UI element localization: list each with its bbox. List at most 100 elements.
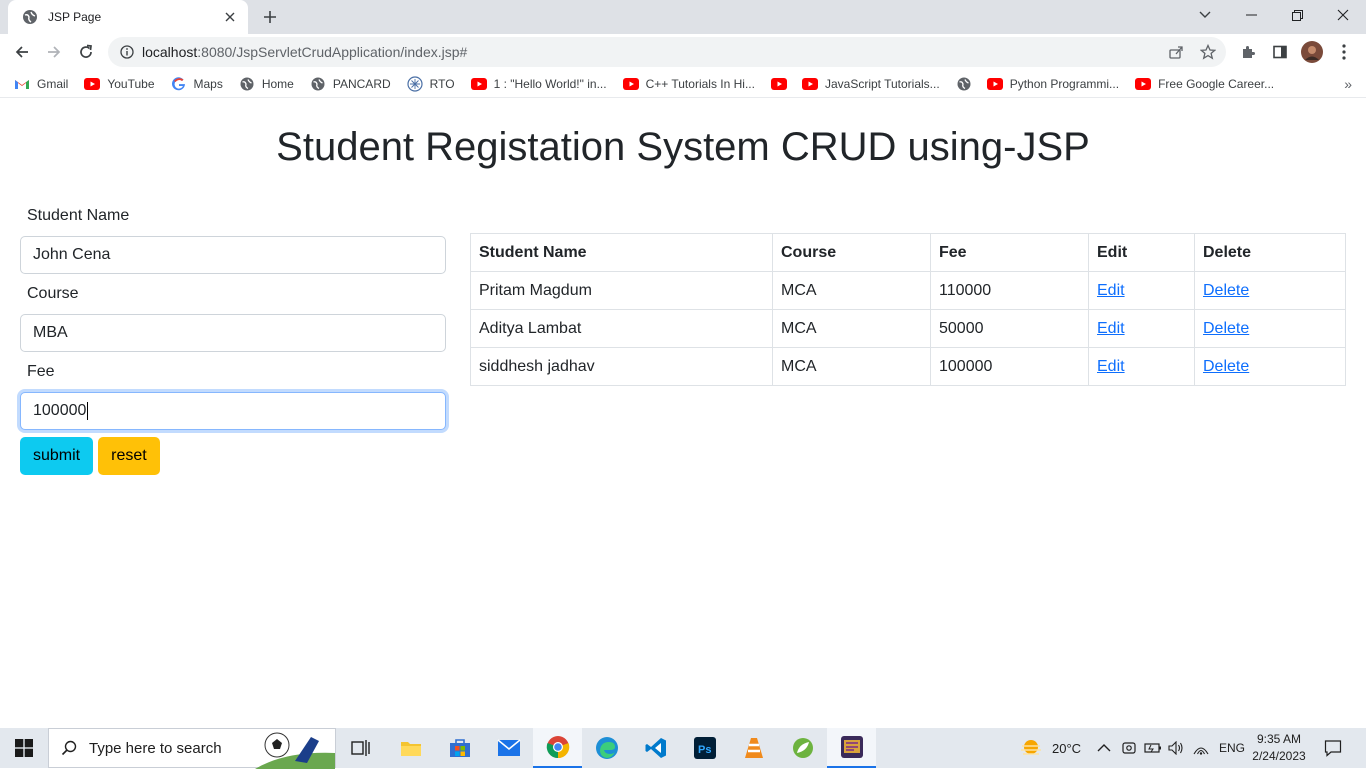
profile-avatar[interactable] [1298,38,1326,66]
bookmark-star-icon[interactable] [1194,38,1222,66]
youtube-icon [801,76,818,92]
edit-link[interactable]: Edit [1097,358,1125,375]
bookmark-item[interactable]: Python Programmi... [986,76,1120,92]
start-button[interactable] [0,728,48,768]
spring-tools-icon[interactable] [778,728,827,768]
bookmark-label: Maps [193,76,223,91]
vlc-icon[interactable] [729,728,778,768]
bookmark-label: Gmail [37,76,69,91]
bookmark-label: 1 : "Hello World!" in... [493,76,607,91]
show-hidden-icons[interactable] [1097,728,1111,768]
bookmarks-overflow-icon[interactable]: » [1344,76,1352,92]
language-indicator[interactable]: ENG [1219,728,1245,768]
fee-input[interactable]: 100000 [20,392,446,430]
reset-button[interactable]: reset [98,437,160,475]
edge-icon[interactable] [582,728,631,768]
close-tab-icon[interactable] [222,9,238,25]
table-row: Pritam Magdum MCA 110000 Edit Delete [470,271,1346,310]
task-view-icon[interactable] [336,728,385,768]
svg-text:Ps: Ps [698,744,711,756]
cell-edit: Edit [1088,309,1195,348]
bookmark-item[interactable]: YouTube [84,76,155,92]
vscode-icon[interactable] [631,728,680,768]
forward-button[interactable] [40,38,68,66]
youtube-icon [1135,76,1152,92]
rto-icon [407,75,423,92]
bookmark-item[interactable]: RTO [407,75,455,92]
edit-link[interactable]: Edit [1097,282,1125,299]
bookmark-item[interactable]: Gmail [14,76,68,92]
cell-delete: Delete [1194,271,1346,310]
weather-temperature: 20°C [1052,740,1082,756]
bookmark-label: Python Programmi... [1009,76,1120,91]
address-bar[interactable]: localhost:8080/JspServletCrudApplication… [108,37,1226,67]
weather-widget[interactable]: 20°C [1020,728,1081,768]
bookmark-item[interactable]: Home [239,76,294,92]
bookmark-item[interactable] [956,76,979,92]
tray-meet-icon[interactable] [1121,728,1137,768]
photoshop-icon[interactable]: Ps [680,728,729,768]
column-header-fee: Fee [930,233,1089,272]
table-header-row: Student Name Course Fee Edit Delete [470,233,1346,272]
menu-kebab-icon[interactable] [1330,38,1358,66]
student-form: Student Name John Cena Course MBA Fee 10… [20,206,446,440]
cell-edit: Edit [1088,271,1195,310]
volume-icon[interactable] [1168,728,1184,768]
bookmark-label: Free Google Career... [1158,76,1275,91]
students-table: Student Name Course Fee Edit Delete Prit… [470,233,1346,386]
share-icon[interactable] [1162,38,1190,66]
cell-fee: 50000 [930,309,1089,348]
reload-button[interactable] [72,38,100,66]
game-app-icon[interactable] [827,728,876,768]
browser-tab[interactable]: JSP Page [8,0,248,34]
delete-link[interactable]: Delete [1203,282,1249,299]
bookmark-item[interactable]: JavaScript Tutorials... [801,76,940,92]
cell-fee: 100000 [930,347,1089,386]
battery-icon[interactable] [1144,728,1162,768]
chrome-icon[interactable] [533,728,582,768]
edit-link[interactable]: Edit [1097,320,1125,337]
youtube-icon [84,76,101,92]
notification-center-icon[interactable] [1324,728,1342,768]
tab-search-icon[interactable] [1182,0,1228,30]
network-icon[interactable] [1193,728,1209,768]
clock[interactable]: 9:35 AM 2/24/2023 [1248,731,1310,765]
youtube-icon [470,76,487,92]
new-tab-button[interactable] [258,5,282,29]
bookmark-item[interactable]: C++ Tutorials In Hi... [622,76,755,92]
cell-edit: Edit [1088,347,1195,386]
submit-button[interactable]: submit [20,437,94,475]
student-name-input[interactable]: John Cena [20,236,446,274]
bookmark-item[interactable] [770,76,794,92]
column-header-course: Course [772,233,931,272]
restore-button[interactable] [1274,0,1320,30]
mail-icon[interactable] [484,728,533,768]
taskbar-search[interactable]: Type here to search [48,728,336,769]
delete-link[interactable]: Delete [1203,358,1249,375]
side-panel-icon[interactable] [1266,38,1294,66]
close-window-button[interactable] [1320,0,1366,30]
bookmark-item[interactable]: Maps [171,76,223,92]
youtube-icon [986,76,1003,92]
bookmark-item[interactable]: 1 : "Hello World!" in... [470,76,607,92]
bookmark-item[interactable]: PANCARD [310,76,391,92]
cell-course: MCA [772,271,931,310]
bookmark-item[interactable]: Free Google Career... [1135,76,1274,92]
back-button[interactable] [8,38,36,66]
globe-icon [239,76,255,92]
minimize-button[interactable] [1228,0,1274,30]
youtube-icon [622,76,639,92]
extensions-icon[interactable] [1234,38,1262,66]
youtube-icon [770,76,787,92]
windows-taskbar: Type here to search Ps 20°C ENG 9:35 AM … [0,728,1366,769]
course-input[interactable]: MBA [20,314,446,352]
file-explorer-icon[interactable] [386,728,435,768]
page-title: Student Registation System CRUD using-JS… [276,125,1090,169]
table-row: Aditya Lambat MCA 50000 Edit Delete [470,309,1346,348]
cell-student-name: Aditya Lambat [470,309,773,348]
cell-course: MCA [772,347,931,386]
fee-label: Fee [27,363,55,380]
microsoft-store-icon[interactable] [435,728,484,768]
delete-link[interactable]: Delete [1203,320,1249,337]
info-icon[interactable] [120,45,134,59]
